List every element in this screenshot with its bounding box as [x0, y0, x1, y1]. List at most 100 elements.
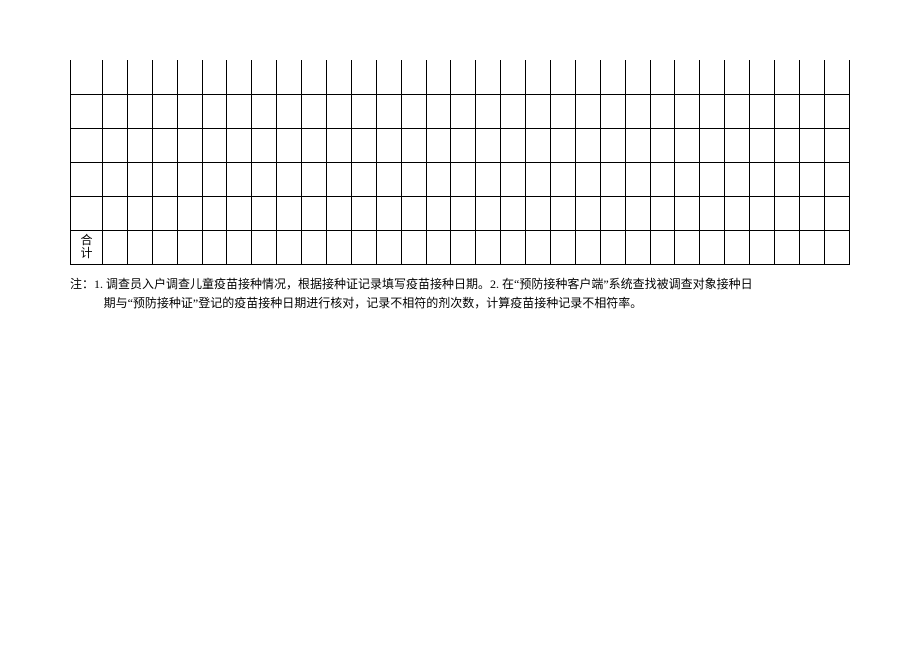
table-cell: [302, 60, 327, 94]
table-cell: [600, 196, 625, 230]
table-cell: [775, 94, 800, 128]
table-cell: [71, 60, 103, 94]
table-cell: [775, 128, 800, 162]
table-cell: [202, 196, 227, 230]
table-cell: [799, 94, 824, 128]
table-cell: [799, 230, 824, 264]
footnote-item2-text-part2: 期与“预防接种证”登记的疫苗接种日期进行核对，记录不相符的剂次数，计算疫苗接种记…: [104, 296, 643, 310]
table-cell: [71, 162, 103, 196]
table-cell: [750, 94, 775, 128]
table-cell: [277, 162, 302, 196]
table-cell: [775, 60, 800, 94]
table-cell: [799, 128, 824, 162]
table-cell: [227, 196, 252, 230]
table-cell: [700, 230, 725, 264]
table-cell: [725, 60, 750, 94]
table-cell: [476, 94, 501, 128]
table-cell: [152, 162, 177, 196]
table-cell: [650, 128, 675, 162]
table-cell: [376, 196, 401, 230]
table-cell: [650, 162, 675, 196]
table-cell: [526, 230, 551, 264]
table-row: [71, 94, 850, 128]
table-cell: [351, 60, 376, 94]
table-cell: [675, 162, 700, 196]
table-cell: [351, 162, 376, 196]
table-cell: [526, 128, 551, 162]
table-cell: [526, 196, 551, 230]
table-cell: [476, 60, 501, 94]
table-cell: [750, 162, 775, 196]
table-cell: [575, 128, 600, 162]
table-cell: [127, 94, 152, 128]
table-cell: [302, 196, 327, 230]
table-cell: [551, 196, 576, 230]
table-cell: [327, 162, 352, 196]
table-cell: [152, 128, 177, 162]
document-page: 合 计: [0, 0, 920, 313]
table-cell: [700, 128, 725, 162]
table-cell: [725, 230, 750, 264]
table-cell: [152, 60, 177, 94]
table-cell: [327, 94, 352, 128]
table-cell: [700, 94, 725, 128]
table-cell: [351, 230, 376, 264]
table-cell: [551, 128, 576, 162]
table-cell: [675, 94, 700, 128]
table-row: [71, 128, 850, 162]
table-cell: [401, 128, 426, 162]
total-label-char2: 计: [80, 246, 92, 260]
table-cell: [700, 60, 725, 94]
table-cell: [152, 230, 177, 264]
table-cell: [252, 94, 277, 128]
footnote-line2: 期与“预防接种证”登记的疫苗接种日期进行核对，记录不相符的剂次数，计算疫苗接种记…: [70, 294, 850, 313]
table-cell: [625, 60, 650, 94]
table-cell: [127, 162, 152, 196]
table-cell: [799, 60, 824, 94]
table-cell: [476, 162, 501, 196]
table-cell: [252, 60, 277, 94]
table-cell: [252, 230, 277, 264]
table-cell: [824, 230, 849, 264]
table-cell: [177, 60, 202, 94]
table-cell: [103, 230, 128, 264]
table-cell: [71, 94, 103, 128]
table-cell: [750, 128, 775, 162]
table-cell: [650, 60, 675, 94]
table-cell: [376, 230, 401, 264]
table-cell: [650, 196, 675, 230]
table-cell: [127, 230, 152, 264]
table-cell: [750, 230, 775, 264]
table-cell: [451, 94, 476, 128]
table-cell: [575, 196, 600, 230]
table-cell: [675, 128, 700, 162]
table-cell: [675, 60, 700, 94]
table-cell: [351, 128, 376, 162]
table-cell: [103, 196, 128, 230]
table-cell: [152, 196, 177, 230]
table-cell: [302, 230, 327, 264]
table-cell: [725, 196, 750, 230]
table-cell: [177, 162, 202, 196]
table-cell: [103, 128, 128, 162]
table-cell: [575, 162, 600, 196]
table-cell: [152, 94, 177, 128]
table-cell: [750, 60, 775, 94]
table-cell: [451, 60, 476, 94]
table-cell: [252, 162, 277, 196]
table-cell: [526, 60, 551, 94]
table-cell: [277, 94, 302, 128]
table-cell: [327, 60, 352, 94]
table-cell: [376, 94, 401, 128]
table-cell: [675, 196, 700, 230]
table-cell: [700, 196, 725, 230]
table-cell: [625, 94, 650, 128]
table-cell: [551, 60, 576, 94]
table-cell: [103, 94, 128, 128]
table-cell: [476, 196, 501, 230]
table-cell: [551, 162, 576, 196]
table-row: [71, 162, 850, 196]
table-cell: [401, 94, 426, 128]
table-cell: [600, 60, 625, 94]
table-cell: [501, 230, 526, 264]
